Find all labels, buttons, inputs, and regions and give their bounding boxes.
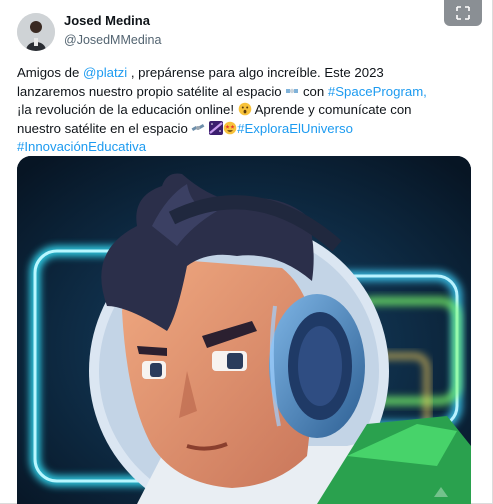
hashtag-link[interactable]: #InnovaciónEducativa xyxy=(17,139,146,154)
expand-button[interactable] xyxy=(444,0,482,26)
text-segment: , prepárense para algo increíble. Este 2… xyxy=(127,65,384,80)
tweet-line-2: lanzaremos nuestro propio satélite al es… xyxy=(17,83,477,102)
watermark-logo xyxy=(434,487,448,497)
mention-link[interactable]: @platzi xyxy=(83,65,127,80)
hashtag-link[interactable]: #SpaceProgram, xyxy=(328,84,427,99)
tweet-line-4: nuestro satélite en el espacio #ExploraE… xyxy=(17,120,477,139)
tweet-text: Amigos de @platzi , prepárense para algo… xyxy=(17,64,477,157)
astonished-face-emoji-icon xyxy=(238,102,251,116)
text-segment: lanzaremos nuestro propio satélite al es… xyxy=(17,83,286,99)
milky-way-emoji-icon xyxy=(209,120,224,135)
tweet-line-3: ¡la revolución de la educación online! A… xyxy=(17,101,477,120)
tweet-media-image[interactable] xyxy=(17,156,471,504)
text-segment: con xyxy=(299,83,328,99)
text-segment: ¡la revolución de la educación online! xyxy=(17,102,238,118)
text-segment: Amigos de xyxy=(17,65,83,80)
text-segment: nuestro satélite en el espacio xyxy=(17,120,192,136)
satellite-emoji-icon xyxy=(286,88,299,93)
text-segment: Aprende y comunícate con xyxy=(251,102,412,118)
expand-icon xyxy=(456,6,470,20)
tweet-card: Josed Medina @JosedMMedina Amigos de @pl… xyxy=(0,0,493,504)
author-block: Josed Medina @JosedMMedina xyxy=(64,13,161,48)
avatar-image xyxy=(17,13,55,51)
avatar[interactable] xyxy=(17,13,55,51)
satellite-emoji-icon xyxy=(192,123,205,131)
star-struck-emoji-icon xyxy=(223,121,237,135)
author-handle[interactable]: @JosedMMedina xyxy=(64,32,161,48)
hashtag-link[interactable]: #ExploraElUniverso xyxy=(237,121,353,136)
tweet-line-1: Amigos de @platzi , prepárense para algo… xyxy=(17,64,477,83)
tweet-line-5: #InnovaciónEducativa xyxy=(17,138,477,157)
astronaut-illustration xyxy=(17,156,471,504)
author-name[interactable]: Josed Medina xyxy=(64,13,161,29)
